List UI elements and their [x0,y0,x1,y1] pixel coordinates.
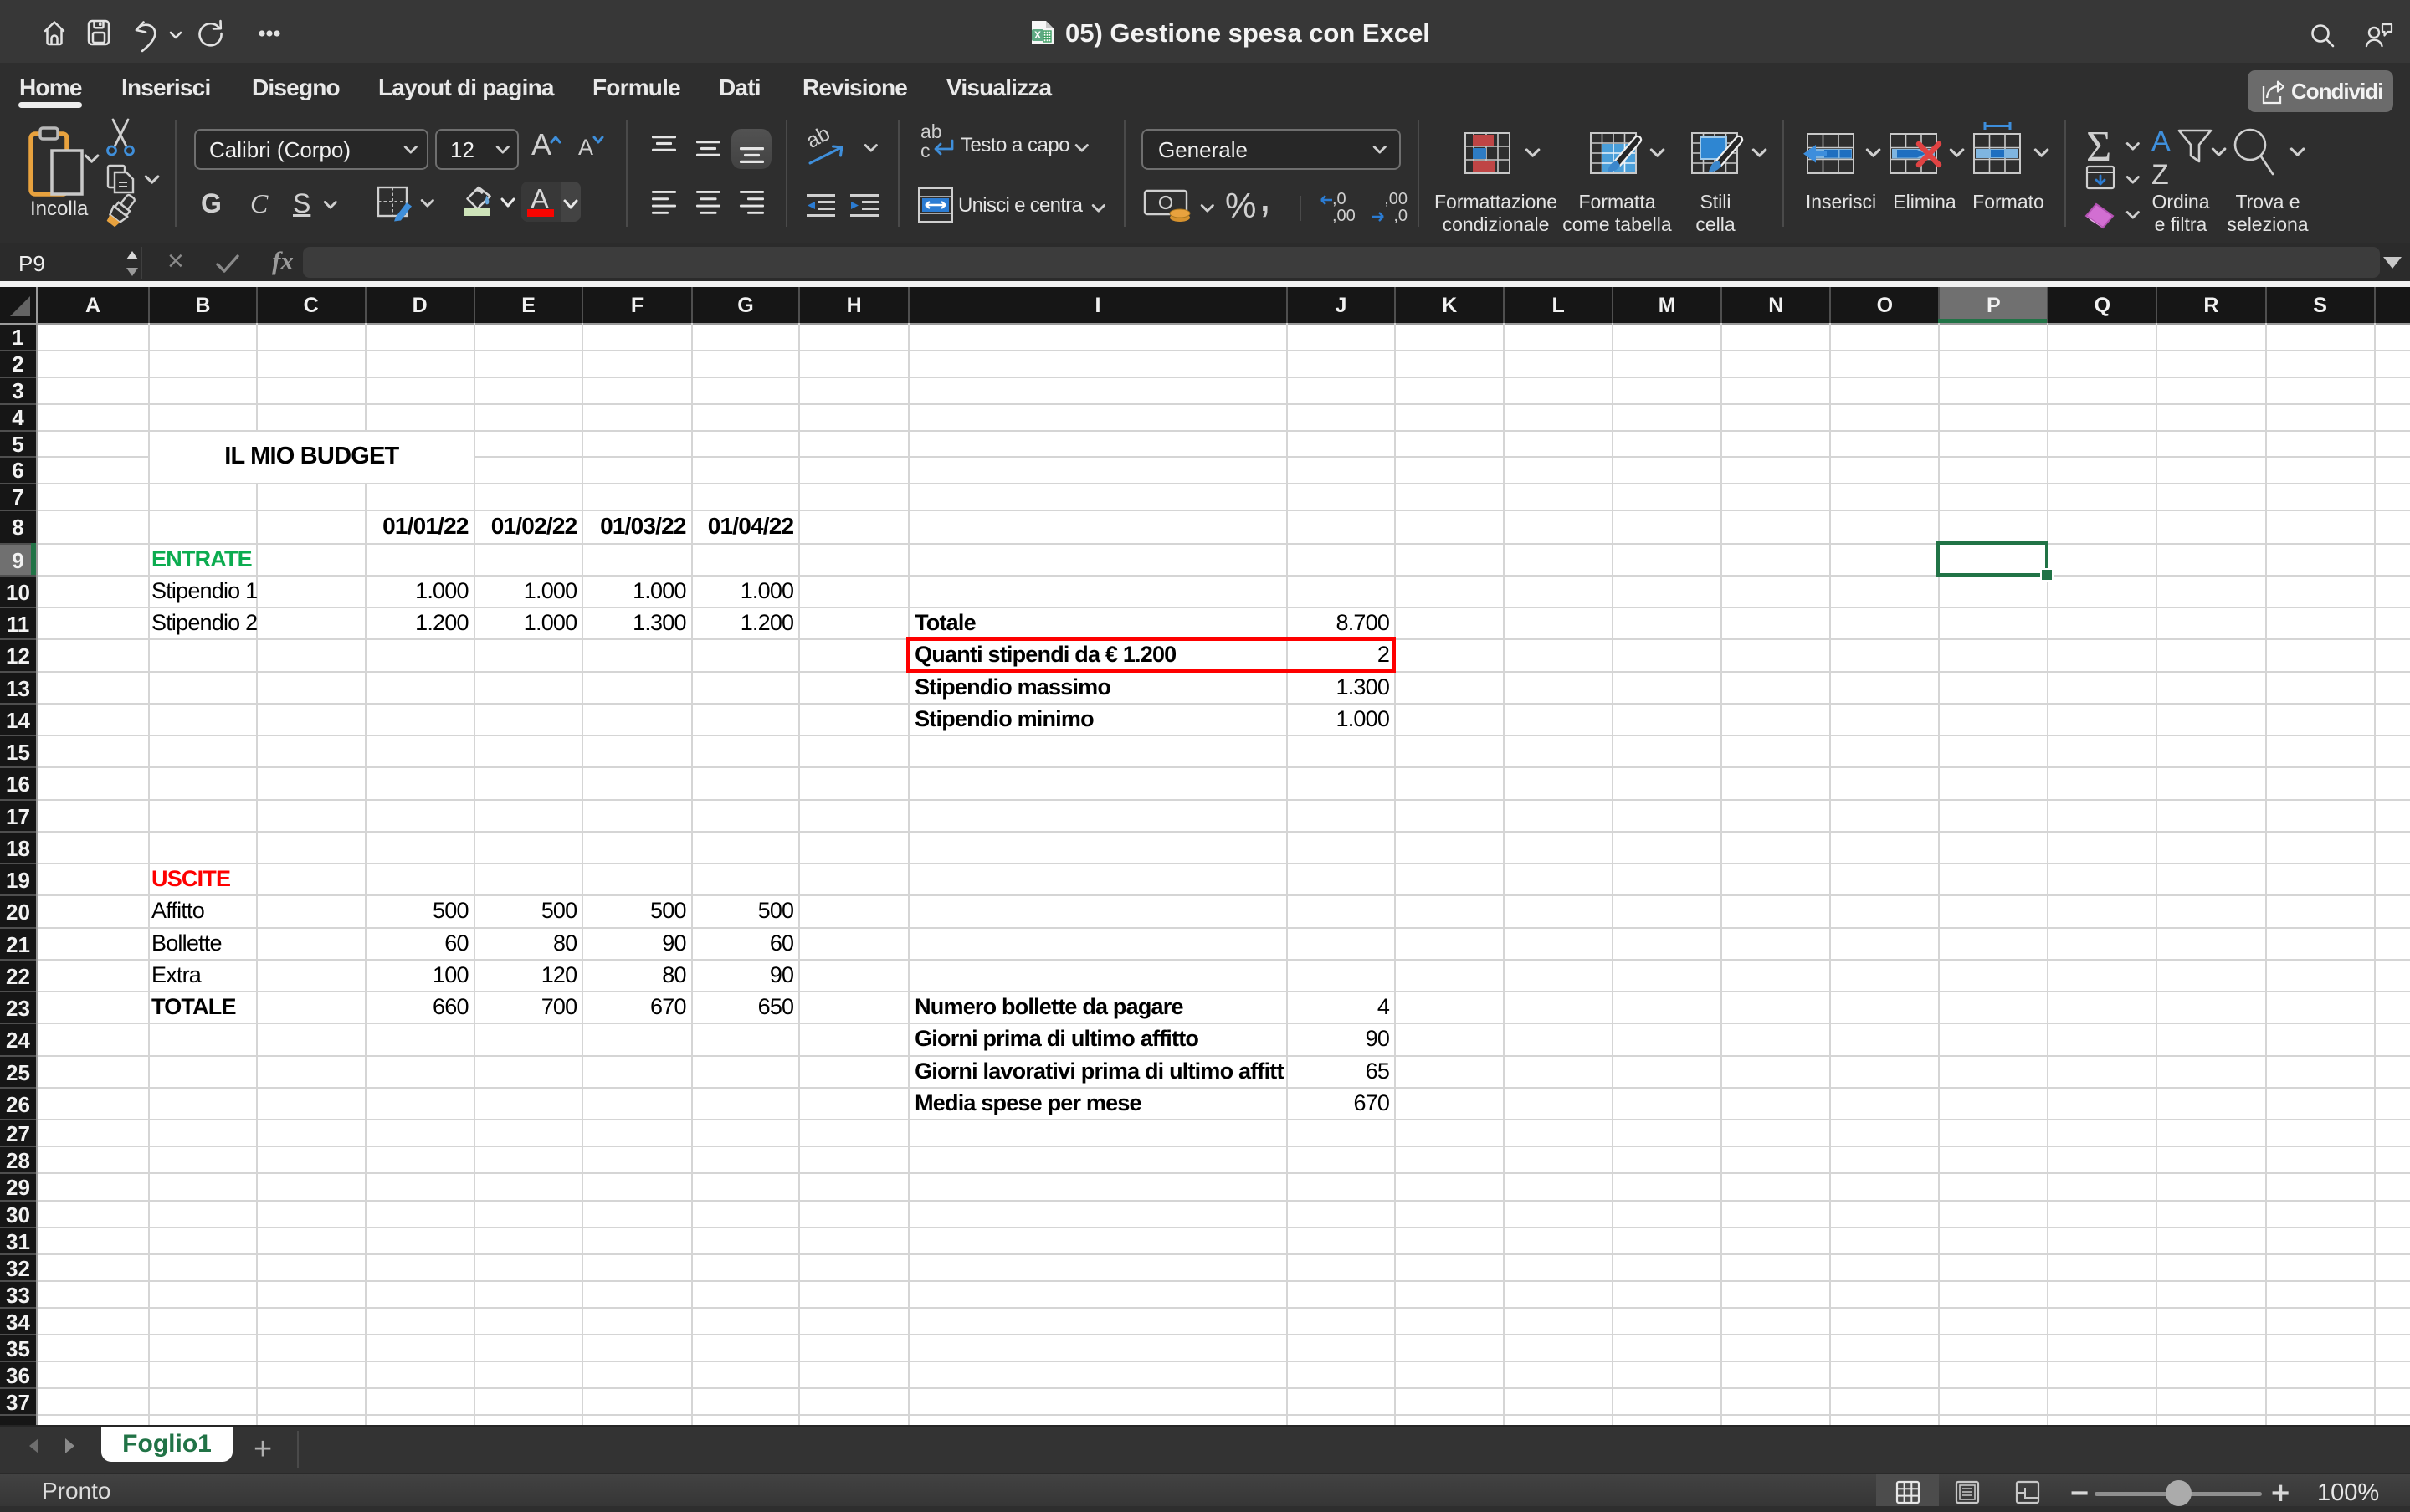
svg-text:X: X [1034,29,1041,41]
